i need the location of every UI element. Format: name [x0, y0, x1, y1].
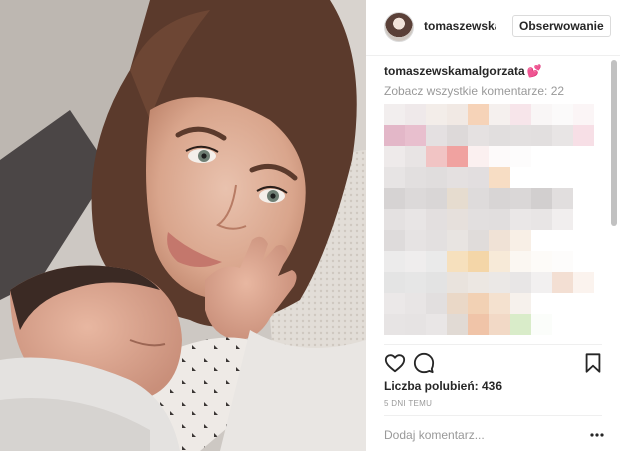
post-timestamp[interactable]: 5 DNI TEMU: [384, 399, 432, 408]
post-actions: [384, 352, 602, 376]
view-all-comments-link[interactable]: Zobacz wszystkie komentarze: 22: [384, 84, 610, 98]
heart-icon[interactable]: [384, 352, 406, 374]
comments-scrollbar[interactable]: [611, 60, 617, 342]
post-header: tomaszewskamalgorzata Obserwowanie: [366, 0, 620, 56]
post-photo[interactable]: [0, 0, 366, 451]
avatar[interactable]: [384, 12, 414, 42]
scrollbar-thumb[interactable]: [611, 60, 617, 226]
comments-area: tomaszewskamalgorzata 💕 Zobacz wszystkie …: [384, 64, 610, 342]
blurred-comments: [384, 104, 594, 335]
photo-illustration: [0, 0, 366, 451]
caption-username[interactable]: tomaszewskamalgorzata: [384, 64, 525, 78]
bookmark-icon[interactable]: [582, 352, 604, 374]
comment-icon[interactable]: [413, 352, 435, 374]
caption: tomaszewskamalgorzata 💕: [384, 64, 610, 78]
divider: [384, 344, 602, 345]
post-author-username[interactable]: tomaszewskamalgorzata: [424, 19, 496, 33]
caption-emoji: 💕: [526, 64, 542, 78]
divider: [384, 415, 602, 416]
likes-count[interactable]: Liczba polubień: 436: [384, 379, 502, 393]
more-options-icon[interactable]: [590, 428, 604, 440]
comment-input[interactable]: [384, 426, 574, 444]
post-details-panel: tomaszewskamalgorzata Obserwowanie tomas…: [366, 0, 620, 451]
following-button[interactable]: Obserwowanie: [512, 15, 611, 37]
